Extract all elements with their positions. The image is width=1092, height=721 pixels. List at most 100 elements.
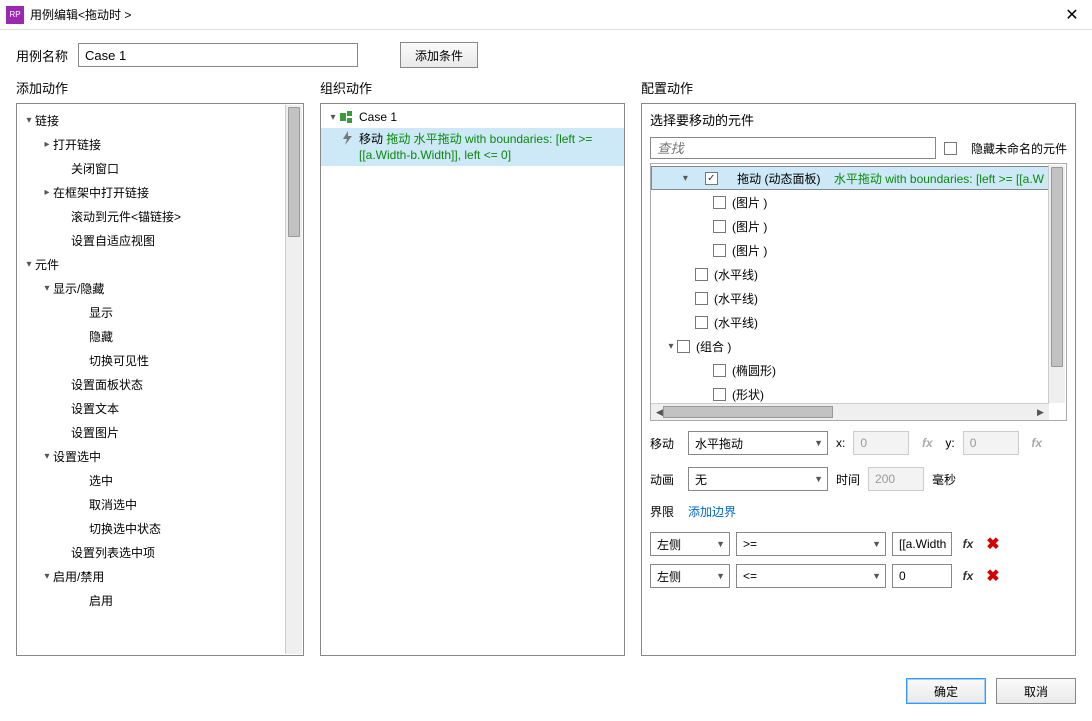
triangle-icon[interactable]: [665, 341, 677, 352]
x-label: x:: [836, 436, 845, 450]
widget-tree-item[interactable]: (水平线): [651, 286, 1049, 310]
triangle-icon[interactable]: [41, 451, 53, 462]
triangle-icon[interactable]: [679, 173, 691, 184]
anim-type-select[interactable]: 无▼: [688, 467, 828, 491]
scroll-right-icon[interactable]: ▶: [1032, 404, 1049, 420]
action-tree-item[interactable]: 显示: [17, 300, 286, 324]
case-row[interactable]: Case 1: [321, 106, 624, 128]
widget-label: (形状): [732, 386, 764, 403]
widget-tree-item[interactable]: (图片 ): [651, 214, 1049, 238]
widget-tree-item[interactable]: (图片 ): [651, 238, 1049, 262]
triangle-icon[interactable]: [23, 115, 35, 126]
checkbox[interactable]: [713, 220, 726, 233]
action-tree-item[interactable]: 关闭窗口: [17, 156, 286, 180]
triangle-icon[interactable]: [23, 259, 35, 270]
widget-label: (图片 ): [732, 218, 767, 235]
tree-item-label: 滚动到元件<锚链接>: [71, 208, 181, 225]
widget-label: (水平线): [714, 314, 758, 331]
scrollbar-thumb[interactable]: [288, 107, 300, 237]
actions-tree[interactable]: 链接打开链接关闭窗口在框架中打开链接滚动到元件<锚链接> 设置自适应视图元件显示/…: [17, 104, 286, 655]
widget-label: (椭圆形): [732, 362, 776, 379]
tree-item-label: 设置列表选中项: [71, 544, 155, 561]
widget-tree-item[interactable]: (水平线): [651, 262, 1049, 286]
checkbox[interactable]: [705, 172, 718, 185]
bound-value-input[interactable]: 0: [892, 564, 952, 588]
bound-value-input[interactable]: [[a.Width: [892, 532, 952, 556]
ok-button[interactable]: 确定: [906, 678, 986, 704]
checkbox[interactable]: [677, 340, 690, 353]
bound-side-select[interactable]: 左侧▼: [650, 532, 730, 556]
action-tree-item[interactable]: 设置选中: [17, 444, 286, 468]
add-boundary-link[interactable]: 添加边界: [688, 503, 736, 520]
fx-icon[interactable]: fx: [958, 537, 978, 551]
action-tree-item[interactable]: 滚动到元件<锚链接>: [17, 204, 286, 228]
widget-tree-item[interactable]: (水平线): [651, 310, 1049, 334]
action-tree-item[interactable]: 设置列表选中项: [17, 540, 286, 564]
move-type-select[interactable]: 水平拖动▼: [688, 431, 828, 455]
triangle-icon[interactable]: [41, 139, 53, 150]
action-tree-item[interactable]: 设置自适应视图: [17, 228, 286, 252]
case-icon: [339, 110, 353, 124]
scrollbar[interactable]: [285, 105, 302, 654]
boundary-row: 左侧▼ <=▼ 0 fx ✖: [650, 564, 1067, 588]
delete-icon[interactable]: ✖: [984, 566, 1002, 586]
bound-side-select[interactable]: 左侧▼: [650, 564, 730, 588]
move-label: 移动: [650, 435, 680, 452]
checkbox[interactable]: [713, 244, 726, 257]
window-title: 用例编辑<拖动时 >: [30, 6, 1052, 23]
tree-item-label: 启用/禁用: [53, 568, 104, 585]
widget-tree-item[interactable]: (组合 ): [651, 334, 1049, 358]
add-condition-button[interactable]: 添加条件: [400, 42, 478, 68]
tree-item-label: 设置文本: [71, 400, 119, 417]
widget-tree-item[interactable]: (图片 ): [651, 190, 1049, 214]
delete-icon[interactable]: ✖: [984, 534, 1002, 554]
scrollbar[interactable]: [1048, 165, 1065, 403]
close-icon[interactable]: ✕: [1052, 0, 1092, 30]
case-name-input[interactable]: [78, 43, 358, 67]
bound-op-select[interactable]: >=▼: [736, 532, 886, 556]
checkbox[interactable]: [695, 316, 708, 329]
cancel-button[interactable]: 取消: [996, 678, 1076, 704]
action-tree-item[interactable]: 元件: [17, 252, 286, 276]
action-tree-item[interactable]: 启用/禁用: [17, 564, 286, 588]
action-tree-item[interactable]: 启用: [17, 588, 286, 612]
action-tree-item[interactable]: 显示/隐藏: [17, 276, 286, 300]
search-input[interactable]: [650, 137, 936, 159]
h-scrollbar[interactable]: ◀ ▶: [651, 403, 1049, 420]
checkbox[interactable]: [695, 268, 708, 281]
widget-tree-item[interactable]: (椭圆形): [651, 358, 1049, 382]
action-tree-item[interactable]: 设置图片: [17, 420, 286, 444]
action-tree-item[interactable]: 在框架中打开链接: [17, 180, 286, 204]
tree-item-label: 链接: [35, 112, 59, 129]
checkbox[interactable]: [695, 292, 708, 305]
action-tree-item[interactable]: 取消选中: [17, 492, 286, 516]
mid-column-title: 组织动作: [320, 78, 625, 97]
action-tree-item[interactable]: 链接: [17, 108, 286, 132]
action-row[interactable]: 移动 拖动 水平拖动 with boundaries: [left >= [[a…: [321, 128, 624, 166]
fx-icon[interactable]: fx: [958, 569, 978, 583]
case-name-label: 用例名称: [16, 46, 68, 65]
action-tree-item[interactable]: 设置文本: [17, 396, 286, 420]
triangle-icon[interactable]: [41, 571, 53, 582]
action-tree-item[interactable]: 设置面板状态: [17, 372, 286, 396]
triangle-icon[interactable]: [41, 283, 53, 294]
bound-op-select[interactable]: <=▼: [736, 564, 886, 588]
checkbox[interactable]: [713, 196, 726, 209]
anim-label: 动画: [650, 471, 680, 488]
scrollbar-thumb[interactable]: [1051, 167, 1063, 367]
triangle-icon[interactable]: [41, 187, 53, 198]
action-tree-item[interactable]: 切换选中状态: [17, 516, 286, 540]
widget-tree-item[interactable]: 拖动 (动态面板) 水平拖动 with boundaries: [left >=…: [651, 166, 1049, 190]
checkbox[interactable]: [713, 388, 726, 401]
action-tree-item[interactable]: 隐藏: [17, 324, 286, 348]
action-tree-item[interactable]: 切换可见性: [17, 348, 286, 372]
triangle-icon[interactable]: [327, 112, 339, 123]
h-scrollbar-thumb[interactable]: [663, 406, 833, 418]
action-tree-item[interactable]: 选中: [17, 468, 286, 492]
action-tree-item[interactable]: 打开链接: [17, 132, 286, 156]
widget-tree-item[interactable]: (形状): [651, 382, 1049, 403]
checkbox[interactable]: [713, 364, 726, 377]
boundary-row: 左侧▼ >=▼ [[a.Width fx ✖: [650, 532, 1067, 556]
hide-unnamed-checkbox[interactable]: [944, 142, 957, 155]
widget-tree[interactable]: 拖动 (动态面板) 水平拖动 with boundaries: [left >=…: [651, 164, 1049, 403]
